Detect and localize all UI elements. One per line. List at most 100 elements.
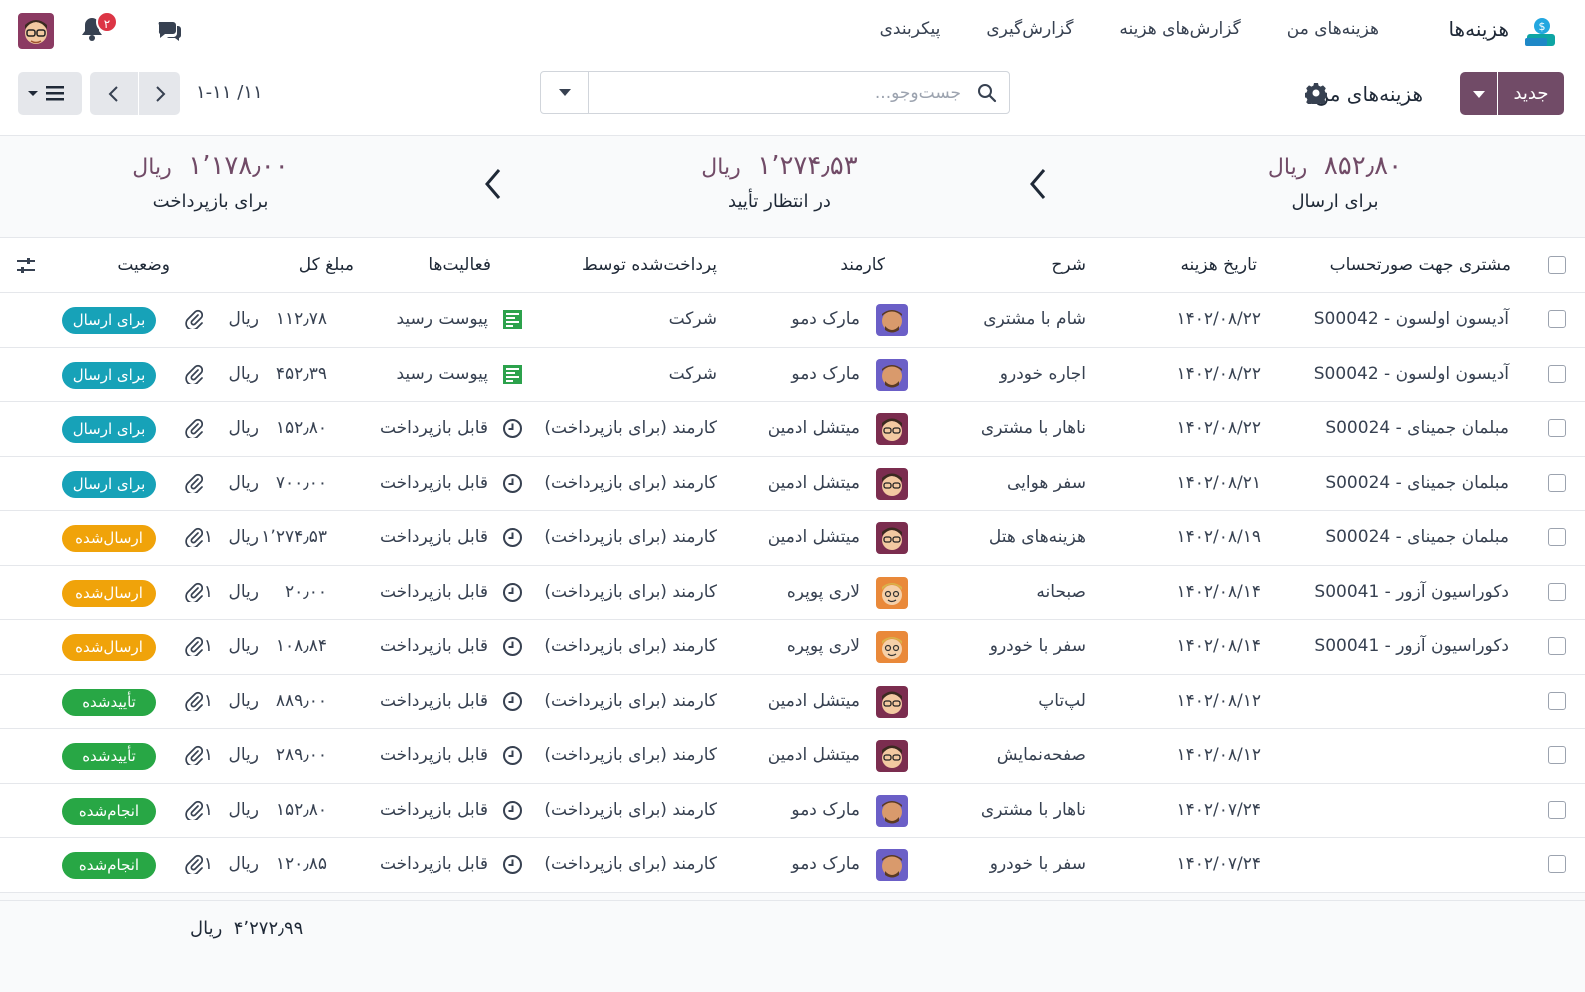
table-row[interactable]: دکوراسیون آزور - S00041 ۱۴۰۲/۰۸/۱۴ سفر با …: [0, 620, 1585, 675]
user-avatar[interactable]: [18, 13, 54, 49]
receipt-icon[interactable]: [502, 309, 523, 330]
table-row[interactable]: آدیسون اولسون - S00042 ۱۴۰۲/۰۸/۲۲ اجاره خو…: [0, 347, 1585, 402]
new-button-dropdown[interactable]: [1460, 72, 1497, 115]
column-header-total[interactable]: مبلغ کل: [299, 255, 354, 275]
gear-icon[interactable]: [1305, 82, 1327, 104]
pager-value[interactable]: ۱-۱۱ /۱۱: [196, 82, 263, 103]
cell-employee[interactable]: میتشل ادمین: [768, 418, 860, 438]
receipt-icon[interactable]: [502, 364, 523, 385]
employee-avatar[interactable]: [876, 740, 908, 772]
cell-employee[interactable]: مارک دمو: [791, 800, 860, 820]
table-row[interactable]: ۱۴۰۲/۰۸/۱۲ لپ‌تاپ میتشل ادمین کارمند (برای …: [0, 674, 1585, 729]
clock-icon[interactable]: [502, 800, 523, 821]
column-header-activities[interactable]: فعالیت‌ها: [428, 255, 491, 275]
table-row[interactable]: مبلمان جمینای - S00024 ۱۴۰۲/۰۸/۲۱ سفر هوای…: [0, 456, 1585, 511]
app-name[interactable]: هزینه‌ها: [1448, 17, 1509, 41]
clock-icon[interactable]: [502, 527, 523, 548]
cell-activity[interactable]: قابل بازپرداخت: [380, 582, 488, 602]
column-header-customer[interactable]: مشتری جهت صورتحساب: [1330, 255, 1511, 275]
breadcrumb[interactable]: هزینه‌های من: [1315, 82, 1424, 106]
column-header-paid-by[interactable]: پرداخت‌شده توسط: [582, 255, 717, 275]
column-header-description[interactable]: شرح: [1051, 255, 1086, 275]
clock-icon[interactable]: [502, 582, 523, 603]
employee-avatar[interactable]: [876, 358, 908, 391]
cell-activity[interactable]: قابل بازپرداخت: [380, 473, 488, 493]
cell-activity[interactable]: قابل بازپرداخت: [380, 745, 488, 765]
employee-avatar[interactable]: [876, 685, 908, 718]
search-icon[interactable]: [977, 83, 997, 103]
paperclip-icon[interactable]: [185, 473, 204, 495]
clock-icon[interactable]: [502, 473, 523, 494]
table-row[interactable]: دکوراسیون آزور - S00041 ۱۴۰۲/۰۸/۱۴ صبحانه ل…: [0, 565, 1585, 620]
cell-activity[interactable]: قابل بازپرداخت: [380, 800, 488, 820]
search-input[interactable]: [591, 72, 961, 113]
table-row[interactable]: مبلمان جمینای - S00024 ۱۴۰۲/۰۸/۱۹ هزینه‌ها…: [0, 511, 1585, 566]
paperclip-icon[interactable]: [185, 364, 204, 386]
paperclip-icon[interactable]: [185, 745, 204, 767]
cell-employee[interactable]: میتشل ادمین: [768, 691, 860, 711]
cell-activity[interactable]: قابل بازپرداخت: [380, 636, 488, 656]
cell-activity[interactable]: پیوست رسید: [397, 309, 489, 329]
employee-avatar[interactable]: [876, 467, 908, 500]
cell-activity[interactable]: قابل بازپرداخت: [380, 527, 488, 547]
row-select-checkbox[interactable]: [1548, 637, 1566, 655]
column-header-employee[interactable]: کارمند: [840, 255, 885, 275]
row-select-checkbox[interactable]: [1548, 473, 1566, 492]
row-select-checkbox[interactable]: [1548, 364, 1566, 383]
employee-avatar[interactable]: [876, 413, 908, 445]
employee-avatar[interactable]: [876, 576, 908, 609]
cell-employee[interactable]: لاری پوپره: [787, 636, 860, 656]
clock-icon[interactable]: [502, 636, 523, 657]
expenses-app-icon[interactable]: $: [1524, 16, 1558, 48]
cell-employee[interactable]: میتشل ادمین: [768, 473, 860, 493]
employee-avatar[interactable]: [876, 522, 908, 554]
paperclip-icon[interactable]: [185, 418, 204, 440]
paperclip-icon[interactable]: [185, 582, 204, 604]
paperclip-icon[interactable]: [185, 800, 204, 822]
cell-employee[interactable]: مارک دمو: [791, 364, 860, 384]
cell-activity[interactable]: قابل بازپرداخت: [380, 691, 488, 711]
row-select-checkbox[interactable]: [1548, 310, 1566, 328]
menu-my-expenses[interactable]: هزینه‌های من: [1287, 19, 1379, 39]
table-row[interactable]: آدیسون اولسون - S00042 ۱۴۰۲/۰۸/۲۲ شام با م…: [0, 293, 1585, 348]
clock-icon[interactable]: [502, 854, 523, 875]
select-all-checkbox[interactable]: [1548, 256, 1566, 274]
clock-icon[interactable]: [502, 745, 523, 766]
paperclip-icon[interactable]: [185, 691, 204, 713]
cell-employee[interactable]: میتشل ادمین: [768, 745, 860, 765]
clock-icon[interactable]: [502, 691, 523, 712]
search-options-toggle[interactable]: [541, 72, 589, 113]
row-select-checkbox[interactable]: [1548, 855, 1566, 873]
paperclip-icon[interactable]: [185, 854, 204, 876]
employee-avatar[interactable]: [876, 849, 908, 881]
cell-activity[interactable]: قابل بازپرداخت: [380, 418, 488, 438]
pager-previous-button[interactable]: [90, 72, 138, 115]
employee-avatar[interactable]: [876, 304, 908, 336]
table-row[interactable]: ۱۴۰۲/۰۷/۲۴ ناهار با مشتری مارک دمو کارمند (…: [0, 783, 1585, 838]
menu-reporting[interactable]: گزارش‌گیری: [986, 19, 1073, 39]
cell-employee[interactable]: میتشل ادمین: [768, 527, 860, 547]
cell-employee[interactable]: مارک دمو: [791, 309, 860, 329]
new-button[interactable]: جدید: [1498, 72, 1564, 115]
paperclip-icon[interactable]: [185, 527, 204, 549]
column-header-status[interactable]: وضعیت: [117, 255, 170, 275]
cell-activity[interactable]: قابل بازپرداخت: [380, 854, 488, 874]
summary-to-reimburse[interactable]: ۱٬۱۷۸٫۰۰ ریال برای بازپرداخت: [128, 151, 293, 212]
menu-expense-reports[interactable]: گزارش‌های هزینه: [1119, 19, 1240, 39]
column-header-date[interactable]: تاریخ هزینه: [1180, 255, 1257, 275]
row-select-checkbox[interactable]: [1548, 691, 1566, 710]
table-row[interactable]: ۱۴۰۲/۰۸/۱۲ صفحه‌نمایش میتشل ادمین کارمند (ب…: [0, 729, 1585, 784]
table-row[interactable]: مبلمان جمینای - S00024 ۱۴۰۲/۰۸/۲۲ ناهار با…: [0, 402, 1585, 457]
view-switcher[interactable]: [18, 72, 82, 115]
row-select-checkbox[interactable]: [1548, 419, 1566, 437]
pager-next-button[interactable]: [139, 72, 180, 115]
cell-employee[interactable]: لاری پوپره: [787, 582, 860, 602]
cell-employee[interactable]: مارک دمو: [791, 854, 860, 874]
row-select-checkbox[interactable]: [1548, 582, 1566, 601]
employee-avatar[interactable]: [876, 631, 908, 663]
menu-configuration[interactable]: پیکربندی: [880, 19, 941, 39]
cell-activity[interactable]: پیوست رسید: [397, 364, 489, 384]
row-select-checkbox[interactable]: [1548, 746, 1566, 764]
clock-icon[interactable]: [502, 418, 523, 439]
employee-avatar[interactable]: [876, 794, 908, 827]
